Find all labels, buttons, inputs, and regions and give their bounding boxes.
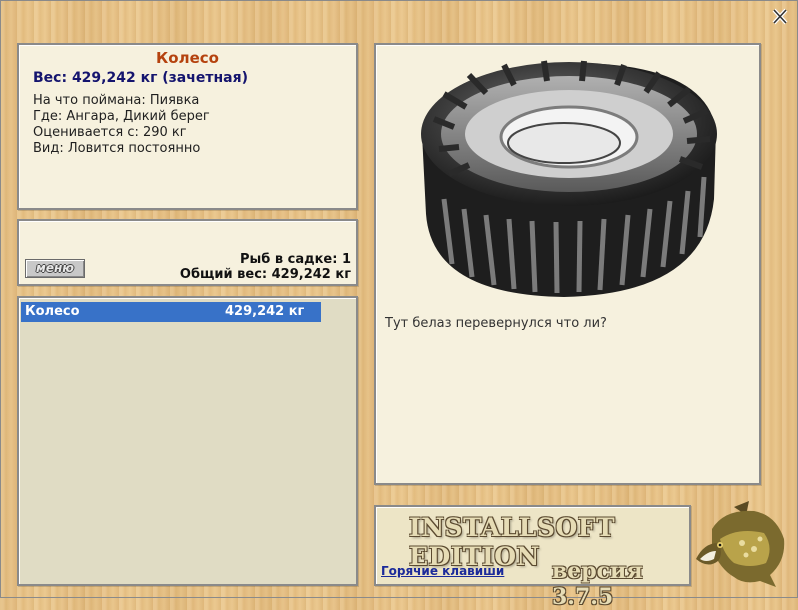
list-item[interactable]: Колесо 429,242 кг [21,302,321,322]
catch-info-panel: Колесо Вес: 429,242 кг (зачетная) На что… [17,43,358,210]
tire-image [421,60,717,297]
list-item-name: Колесо [25,304,80,319]
hotkeys-link[interactable]: Горячие клавиши [381,564,504,578]
catch-location: Где: Ангара, Дикий берег [33,109,210,124]
valued-from: Оценивается с: 290 кг [33,125,187,140]
catch-kind: Вид: Ловится постоянно [33,141,201,156]
catch-description: Тут белаз перевернулся что ли? [385,316,607,331]
catch-weight: Вес: 429,242 кг (зачетная) [33,70,248,86]
version-label: версия 3.7.5 [552,558,643,610]
keepnet-stats: Рыб в садке: 1 Общий вес: 429,242 кг [180,252,351,282]
list-item-weight: 429,242 кг [225,304,305,319]
fish-count: Рыб в садке: 1 [239,252,351,267]
keepnet-panel: меню Рыб в садке: 1 Общий вес: 429,242 к… [17,219,358,286]
catch-list[interactable]: Колесо 429,242 кг [17,296,358,586]
preview-panel: Тут белаз перевернулся что ли? [374,43,761,485]
catch-name: Колесо [156,49,219,67]
pike-fish-icon [696,501,785,587]
close-icon[interactable] [771,8,789,25]
caught-on: На что поймана: Пиявка [33,93,200,108]
total-weight: Общий вес: 429,242 кг [179,267,351,282]
footer-panel: INSTALLSOFT EDITION версия 3.7.5 Горячие… [374,505,691,610]
menu-button[interactable]: меню [25,259,85,278]
